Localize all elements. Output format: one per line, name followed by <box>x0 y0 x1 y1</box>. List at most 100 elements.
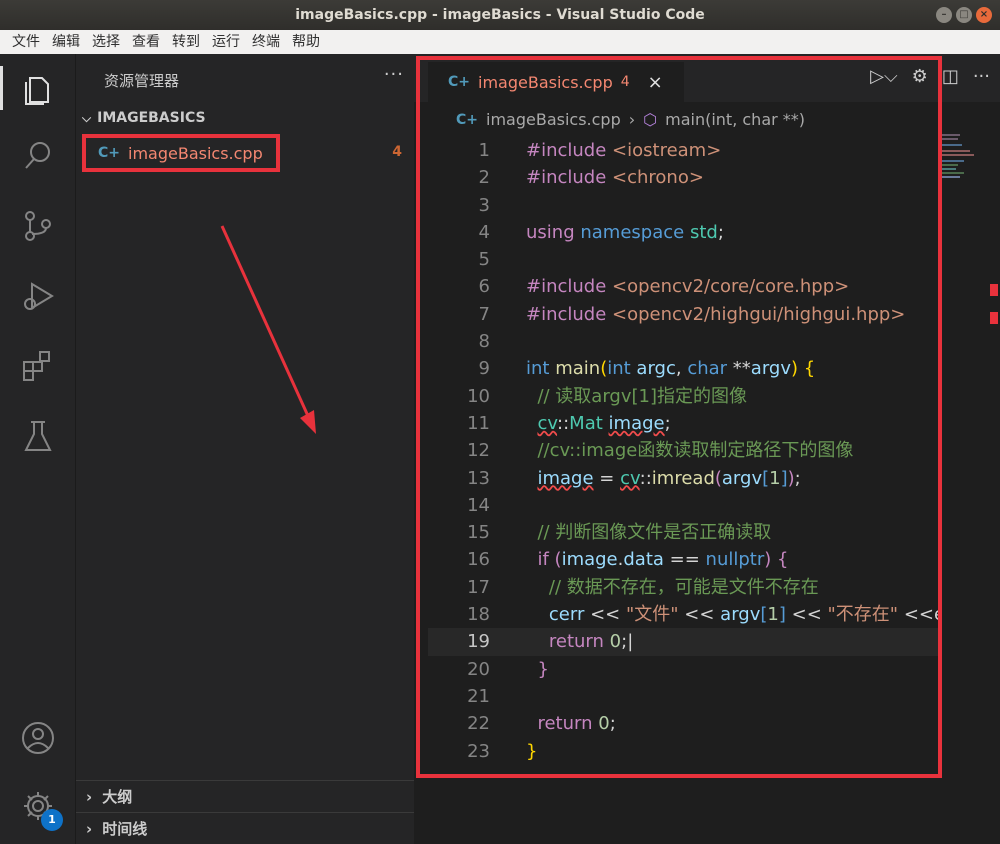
line-number: 18 <box>467 604 490 626</box>
line-number: 17 <box>467 576 490 598</box>
line-number: 3 <box>478 194 490 216</box>
line-number: 12 <box>467 440 490 462</box>
settings-gear-icon[interactable] <box>0 778 76 834</box>
line-number: 2 <box>478 167 490 189</box>
code-line: 14 <box>428 492 938 519</box>
outline-label: 大纲 <box>102 788 133 806</box>
code-line: 15 // 判断图像文件是否正确读取 <box>428 519 938 546</box>
breadcrumb-file[interactable]: imageBasics.cpp <box>486 110 621 129</box>
menu-view[interactable]: 查看 <box>126 30 166 54</box>
editor-area: C+ imageBasics.cpp 4 × ▷⌵ ⚙ ◫ ··· C+ ima… <box>414 54 1000 844</box>
code-editor[interactable]: 1 #include <iostream> 2 #include <chrono> … <box>428 137 938 773</box>
line-number: 4 <box>478 221 490 243</box>
file-name: imageBasics.cpp <box>128 143 263 163</box>
cpp-file-icon: C+ <box>456 111 479 128</box>
explorer-icon[interactable] <box>0 60 76 116</box>
settings-gear-icon[interactable]: ⚙ <box>912 66 928 87</box>
code-line: 8 <box>428 328 938 355</box>
settings-badge: 1 <box>41 809 63 831</box>
code-line: 1 #include <iostream> <box>428 137 938 164</box>
split-editor-icon[interactable]: ◫ <box>942 66 959 87</box>
extensions-icon[interactable] <box>0 338 76 394</box>
line-number: 14 <box>467 494 490 516</box>
code-line: 20 } <box>428 656 938 683</box>
project-name: IMAGEBASICS <box>97 110 206 126</box>
tab-bar: C+ imageBasics.cpp 4 × ▷⌵ ⚙ ◫ ··· <box>414 54 1000 102</box>
line-number: 23 <box>467 740 490 762</box>
code-line: 6 #include <opencv2/core/core.hpp> <box>428 273 938 300</box>
line-number: 21 <box>467 685 490 707</box>
code-line: 9 int main(int argc, char **argv) { <box>428 355 938 382</box>
line-number: 1 <box>478 140 490 161</box>
tab-imagebasics[interactable]: C+ imageBasics.cpp 4 × <box>428 62 684 102</box>
cpp-file-icon: C+ <box>98 145 121 161</box>
code-line: 5 <box>428 246 938 273</box>
run-debug-dropdown-icon[interactable]: ▷⌵ <box>870 66 898 87</box>
code-line: 3 <box>428 192 938 219</box>
tab-problem-count: 4 <box>620 74 630 90</box>
line-number: 11 <box>467 412 490 434</box>
menu-file[interactable]: 文件 <box>6 30 46 54</box>
line-number: 19 <box>467 631 490 653</box>
error-marker <box>990 312 998 324</box>
sidebar-title: 资源管理器 <box>104 72 180 90</box>
line-number: 7 <box>478 303 490 325</box>
annotation-arrow <box>220 225 316 434</box>
file-problem-count: 4 <box>392 144 402 160</box>
window-controls: – □ × <box>936 7 992 23</box>
project-folder[interactable]: ⌵ IMAGEBASICS <box>82 110 206 126</box>
code-line: 10 // 读取argv[1]指定的图像 <box>428 383 938 410</box>
minimap[interactable] <box>938 132 986 192</box>
code-line: 12 //cv::image函数读取制定路径下的图像 <box>428 437 938 464</box>
explorer-sidebar: 资源管理器 ··· ⌵ IMAGEBASICS C+ imageBasics.c… <box>76 54 414 844</box>
code-line: 22 return 0; <box>428 710 938 737</box>
line-number: 20 <box>467 658 490 680</box>
chevron-right-icon: › <box>86 787 93 806</box>
code-line: 11 cv::Mat image; <box>428 410 938 437</box>
menu-help[interactable]: 帮助 <box>286 30 326 54</box>
more-actions-icon[interactable]: ··· <box>973 66 990 87</box>
code-line: 21 <box>428 683 938 710</box>
file-item-imagebasics[interactable]: C+ imageBasics.cpp <box>82 134 280 172</box>
editor-actions: ▷⌵ ⚙ ◫ ··· <box>870 66 990 87</box>
maximize-button[interactable]: □ <box>956 7 972 23</box>
line-number: 15 <box>467 522 490 544</box>
outline-section[interactable]: › 大纲 <box>76 780 414 812</box>
cpp-file-icon: C+ <box>448 74 471 90</box>
menu-edit[interactable]: 编辑 <box>46 30 86 54</box>
menu-go[interactable]: 转到 <box>166 30 206 54</box>
menu-selection[interactable]: 选择 <box>86 30 126 54</box>
menu-terminal[interactable]: 终端 <box>246 30 286 54</box>
timeline-section[interactable]: › 时间线 <box>76 812 414 844</box>
window-title-bar: imageBasics.cpp - imageBasics - Visual S… <box>0 0 1000 30</box>
run-debug-icon[interactable] <box>0 268 76 324</box>
source-control-icon[interactable] <box>0 198 76 254</box>
chevron-right-icon: › <box>628 110 636 129</box>
code-line: 23} <box>428 738 938 765</box>
code-line-active: 19 return 0;| <box>428 628 938 656</box>
breadcrumb: C+ imageBasics.cpp › ⬡ main(int, char **… <box>456 110 805 129</box>
tab-label: imageBasics.cpp <box>478 72 613 92</box>
line-number: 5 <box>478 249 490 271</box>
breadcrumb-symbol[interactable]: main(int, char **) <box>665 110 805 129</box>
testing-icon[interactable] <box>0 408 76 464</box>
code-line: 13 image = cv::imread(argv[1]); <box>428 465 938 492</box>
window-title: imageBasics.cpp - imageBasics - Visual S… <box>295 7 705 23</box>
account-icon[interactable] <box>0 710 76 766</box>
line-number: 9 <box>478 358 490 380</box>
minimize-button[interactable]: – <box>936 7 952 23</box>
activity-bar: 1 <box>0 54 76 844</box>
line-number: 22 <box>467 713 490 735</box>
chevron-right-icon: › <box>86 819 93 838</box>
line-number: 8 <box>478 331 490 353</box>
more-actions-icon[interactable]: ··· <box>384 64 404 85</box>
close-tab-icon[interactable]: × <box>648 72 663 93</box>
search-icon[interactable] <box>0 128 76 184</box>
code-line: 18 cerr << "文件" << argv[1] << "不存在" <<e <box>428 601 938 628</box>
timeline-label: 时间线 <box>102 820 148 838</box>
code-line: 2 #include <chrono> <box>428 164 938 191</box>
menu-run[interactable]: 运行 <box>206 30 246 54</box>
error-marker <box>990 284 998 296</box>
chevron-down-icon: ⌵ <box>82 110 92 125</box>
close-window-button[interactable]: × <box>976 7 992 23</box>
